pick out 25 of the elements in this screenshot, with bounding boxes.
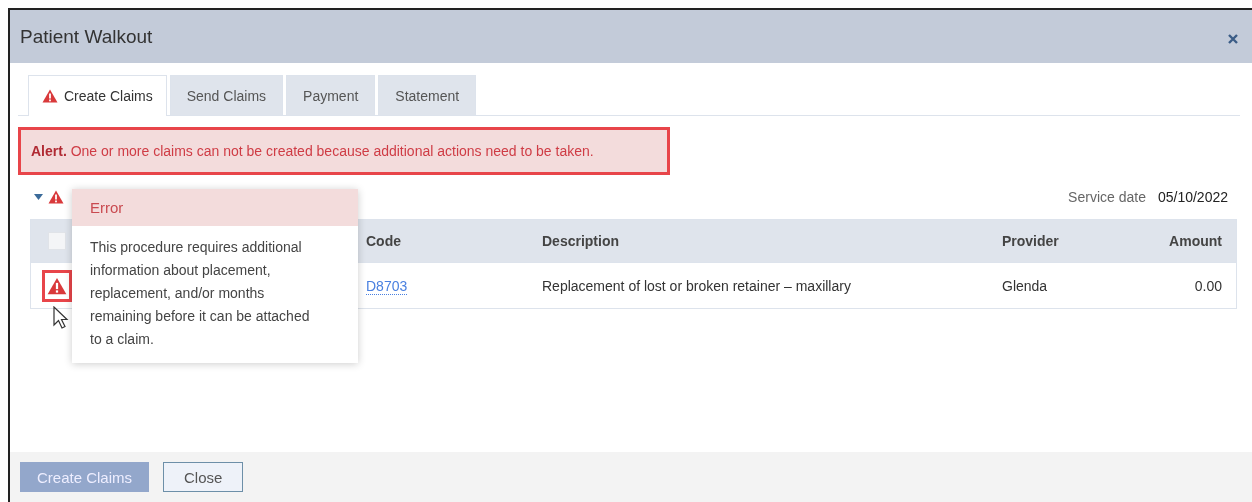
tab[interactable]: Payment (286, 75, 376, 115)
caret-icon[interactable] (34, 194, 43, 200)
table-cell-text: Replacement of lost or broken retainer – maxillary (542, 277, 852, 294)
error-indicator[interactable] (42, 269, 72, 302)
tab[interactable]: Send Claims (169, 75, 284, 115)
tab[interactable]: Statement (378, 75, 477, 115)
dialog-title: Patient Walkout (20, 25, 153, 48)
column-header: Amount (1168, 233, 1223, 249)
alert-message: Alert. One or more claims can not be created because additional actions need to be taken. (21, 130, 667, 172)
close-icon[interactable] (1228, 33, 1238, 44)
tooltip-title: Error (72, 189, 358, 226)
column-header: Provider (1002, 233, 1060, 249)
table-cell-text: Glenda (1002, 277, 1049, 294)
footer-button[interactable]: Close (163, 462, 244, 492)
tab[interactable]: Create Claims (28, 75, 167, 116)
column-header: Description (542, 233, 620, 249)
service-date-label: Service date (1068, 189, 1146, 205)
table-cell-text: 0.00 (1193, 277, 1223, 294)
warning-icon (42, 89, 58, 103)
service-date-value: 05/10/2022 (1157, 189, 1228, 205)
select-all-checkbox[interactable] (48, 232, 66, 250)
tooltip-text: This procedure requires additional information about placement, replacement, and/or months remaining before it can be attached to a claim. (89, 238, 311, 349)
pointer-cursor-icon (53, 306, 69, 330)
code-link[interactable]: D8703 (366, 277, 408, 295)
column-header: Code (366, 233, 402, 249)
